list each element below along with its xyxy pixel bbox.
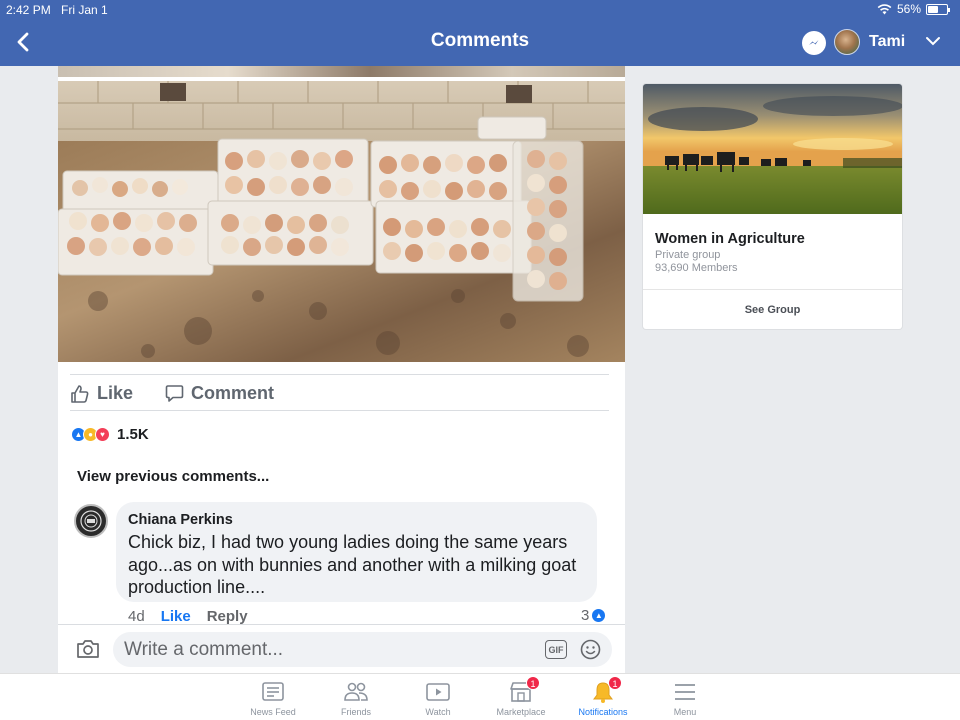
- emoji-icon[interactable]: [580, 639, 601, 660]
- battery-percent: 56%: [896, 2, 921, 16]
- friends-icon: [344, 682, 368, 701]
- post-photo[interactable]: [58, 81, 625, 362]
- status-indicators: 56%: [877, 2, 950, 16]
- messenger-icon: [809, 40, 819, 45]
- comment-reaction-count[interactable]: 3 ▲: [581, 607, 607, 624]
- reaction-summary[interactable]: ▲ ● ♥ 1.5K: [71, 426, 149, 443]
- comment-text: Chick biz, I had two young ladies doing …: [128, 532, 577, 597]
- comment-reply-button[interactable]: Reply: [207, 608, 248, 625]
- tab-label: Friends: [340, 707, 371, 717]
- tab-marketplace[interactable]: 1 Marketplace: [486, 676, 556, 717]
- like-button[interactable]: Like: [70, 383, 133, 404]
- comment-icon: [165, 385, 184, 402]
- group-privacy: Private group: [655, 249, 721, 261]
- menu-icon: [675, 684, 695, 700]
- group-name[interactable]: Women in Agriculture: [655, 231, 805, 247]
- comment-label: Comment: [191, 383, 275, 403]
- comment-author[interactable]: Chiana Perkins: [128, 512, 585, 528]
- tab-label: News Feed: [250, 707, 296, 717]
- notifications-badge: 1: [608, 676, 622, 690]
- messenger-button[interactable]: [802, 31, 826, 55]
- comment-like-button[interactable]: Like: [161, 608, 191, 625]
- camera-icon[interactable]: [76, 638, 100, 660]
- tab-watch[interactable]: Watch: [403, 680, 473, 717]
- group-suggestion-card: Women in Agriculture Private group 93,69…: [643, 84, 902, 329]
- comment-time: 4d: [128, 608, 145, 625]
- tab-menu[interactable]: Menu: [650, 680, 720, 717]
- chevron-down-icon[interactable]: [924, 34, 942, 48]
- thumbs-up-icon: [71, 384, 89, 403]
- gif-button[interactable]: GIF: [545, 640, 567, 659]
- group-member-count: 93,690 Members: [655, 262, 738, 274]
- status-date: Fri Jan 1: [61, 3, 108, 17]
- battery-icon: [926, 3, 950, 15]
- watch-icon: [426, 683, 450, 701]
- comment-input-wrapper: GIF: [113, 632, 612, 667]
- write-comment-bar: GIF: [58, 624, 625, 673]
- tab-friends[interactable]: Friends: [321, 680, 391, 717]
- avatar: [834, 29, 860, 55]
- logo-badge-icon: [80, 510, 102, 532]
- eggs-photo-image: [58, 81, 625, 362]
- comment-reaction-number: 3: [581, 607, 590, 624]
- like-label: Like: [97, 383, 134, 403]
- post-card: Like Comment ▲ ● ♥ 1.5K View previous co…: [58, 66, 625, 672]
- tab-notifications[interactable]: 1 Notifications: [568, 676, 638, 717]
- see-group-button[interactable]: See Group: [643, 289, 902, 329]
- comment-meta: 4d Like Reply: [128, 608, 248, 625]
- love-icon: ♥: [95, 427, 110, 442]
- marketplace-badge: 1: [526, 676, 540, 690]
- group-cover-image[interactable]: [643, 84, 902, 214]
- previous-photo-strip: [58, 66, 625, 77]
- like-icon: ▲: [591, 608, 607, 623]
- reaction-count: 1.5K: [117, 426, 149, 443]
- status-time: 2:42 PM: [6, 3, 51, 17]
- app-header: 2:42 PM Fri Jan 1 56% Comments Tami: [0, 0, 960, 66]
- comment-bubble: Chiana Perkins Chick biz, I had two youn…: [116, 502, 597, 602]
- tab-news-feed[interactable]: News Feed: [238, 680, 308, 717]
- tab-label: Menu: [673, 707, 697, 717]
- tab-label: Notifications: [578, 707, 628, 717]
- bottom-tab-bar: News Feed Friends Watch 1 Marketplace 1 …: [0, 673, 960, 720]
- comment-input[interactable]: [124, 635, 524, 664]
- commenter-avatar[interactable]: [74, 504, 108, 538]
- news-feed-icon: [262, 682, 284, 701]
- post-actions: Like Comment: [70, 374, 609, 411]
- profile-name: Tami: [869, 33, 906, 50]
- view-previous-comments[interactable]: View previous comments...: [77, 468, 269, 485]
- comment-button[interactable]: Comment: [165, 383, 274, 404]
- tab-label: Watch: [425, 707, 451, 717]
- tab-label: Marketplace: [496, 707, 546, 717]
- profile-button[interactable]: Tami: [834, 29, 905, 55]
- wifi-icon: [877, 3, 892, 14]
